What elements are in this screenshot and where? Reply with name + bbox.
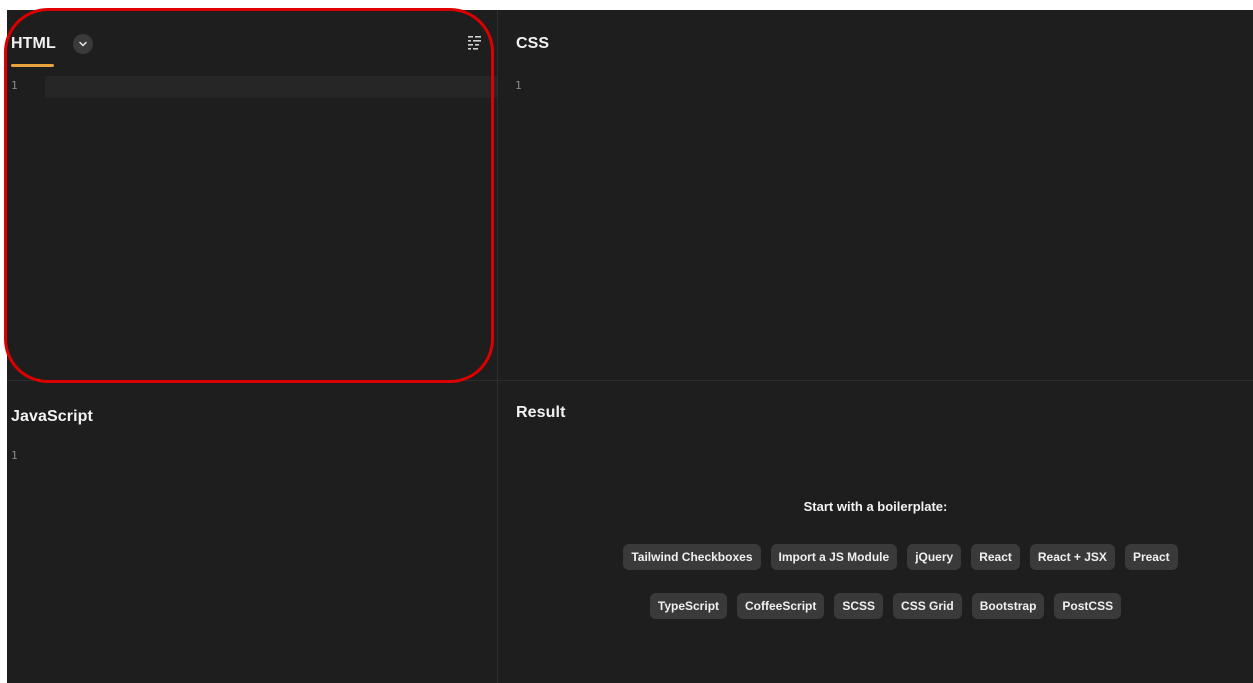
html-pane-header: HTML	[7, 10, 497, 68]
js-code-input[interactable]	[45, 446, 497, 468]
boilerplate-chip-jquery[interactable]: jQuery	[907, 544, 962, 570]
boilerplate-row: TypeScript CoffeeScript SCSS CSS Grid Bo…	[498, 593, 1253, 619]
js-pane-header: JavaScript	[7, 381, 497, 439]
html-options-button[interactable]	[73, 34, 93, 54]
format-code-button[interactable]	[467, 33, 483, 53]
html-code-editor[interactable]: 1	[7, 76, 497, 98]
horizontal-pane-divider[interactable]	[7, 380, 1253, 381]
result-title: Result	[516, 404, 566, 421]
vertical-pane-divider[interactable]	[497, 10, 498, 683]
line-number: 1	[11, 79, 18, 92]
html-editor-pane: HTML 1	[7, 10, 497, 380]
boilerplate-chip-tailwind-checkboxes[interactable]: Tailwind Checkboxes	[623, 544, 761, 570]
css-code-editor[interactable]: 1	[498, 76, 1253, 98]
css-code-input[interactable]	[536, 76, 1253, 98]
result-pane: Result Start with a boilerplate: Tailwin…	[498, 381, 1253, 683]
boilerplate-row: Tailwind Checkboxes Import a JS Module j…	[498, 544, 1253, 570]
boilerplate-chip-postcss[interactable]: PostCSS	[1054, 593, 1122, 619]
result-pane-header: Result	[498, 381, 1253, 439]
line-number: 1	[515, 79, 522, 92]
boilerplate-chip-css-grid[interactable]: CSS Grid	[893, 593, 962, 619]
boilerplate-chip-react-jsx[interactable]: React + JSX	[1029, 544, 1115, 570]
boilerplate-chip-import-js-module[interactable]: Import a JS Module	[770, 544, 898, 570]
html-tab[interactable]: HTML	[11, 35, 56, 53]
boilerplate-chip-scss[interactable]: SCSS	[834, 593, 884, 619]
boilerplate-chip-coffeescript[interactable]: CoffeeScript	[737, 593, 825, 619]
css-pane-header: CSS	[498, 10, 1253, 68]
css-editor-pane: CSS 1	[498, 10, 1253, 380]
line-number: 1	[11, 449, 18, 462]
boilerplate-chip-preact[interactable]: Preact	[1124, 544, 1178, 570]
js-code-editor[interactable]: 1	[7, 446, 497, 468]
boilerplate-chip-typescript[interactable]: TypeScript	[649, 593, 728, 619]
css-tab[interactable]: CSS	[516, 35, 549, 53]
html-code-input[interactable]	[45, 76, 497, 98]
chevron-down-icon	[79, 41, 87, 47]
playground-app: HTML 1 CSS 1 JavaScript 1 Result Start w…	[7, 10, 1253, 683]
active-tab-underline	[11, 64, 54, 67]
boilerplate-chip-react[interactable]: React	[971, 544, 1020, 570]
javascript-tab[interactable]: JavaScript	[11, 408, 93, 426]
js-editor-pane: JavaScript 1	[7, 381, 497, 683]
boilerplate-heading: Start with a boilerplate:	[803, 499, 948, 514]
boilerplate-chip-bootstrap[interactable]: Bootstrap	[971, 593, 1045, 619]
format-code-icon	[468, 36, 481, 50]
